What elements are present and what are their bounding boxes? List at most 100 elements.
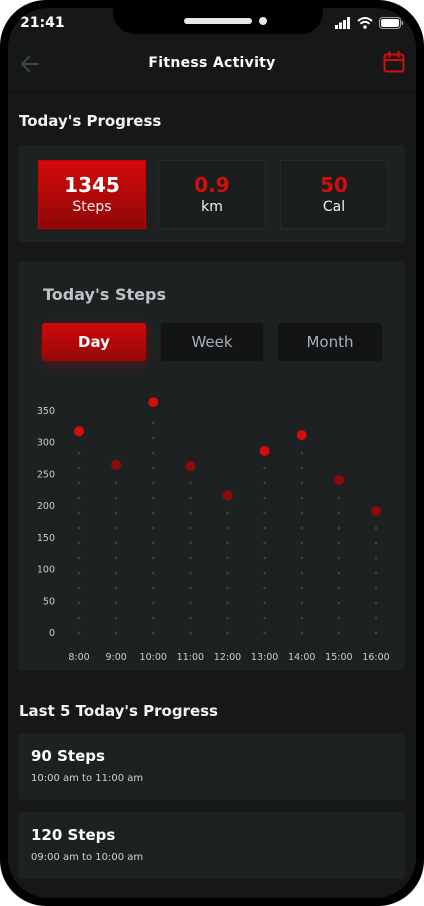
track-dot [300,526,304,530]
stat-distance-label: km [201,199,223,215]
stat-steps-label: Steps [72,199,112,215]
track-dot [300,511,304,515]
track-dot [151,631,155,635]
history-entry[interactable]: 90 Steps 10:00 am to 11:00 am [18,733,405,800]
stat-distance[interactable]: 0.9 km [158,160,266,229]
stat-distance-value: 0.9 [194,173,230,197]
status-time: 21:41 [20,15,65,31]
track-dot [337,511,341,515]
track-dot [226,631,229,635]
track-dot [374,616,378,620]
camera-dot [259,17,267,25]
track-dot [226,556,229,560]
app-header: Fitness Activity [8,46,416,82]
track-dot [374,601,378,605]
track-dot [77,496,81,500]
track-dot [151,556,155,560]
track-dot [114,556,118,560]
speaker-grille [184,18,252,24]
y-axis-tick-label: 50 [43,596,55,607]
track-dot [300,586,304,590]
track-dot [151,571,155,575]
history-entry[interactable]: 120 Steps 09:00 am to 10:00 am [18,812,405,879]
track-dot [151,496,155,500]
track-dot [77,511,81,515]
steps-chart: 0 50 100 150 200 250 300 350 8:00 9:00 10:00 11:00 1… [37,397,390,663]
track-dot [151,421,155,425]
stat-steps[interactable]: 1345 Steps [38,160,146,229]
track-dot [151,586,155,590]
track-dot [374,631,378,635]
status-icons [335,17,404,29]
y-axis-tick-label: 350 [37,406,55,417]
wifi-icon [357,17,373,29]
track-dot [77,466,81,470]
y-axis-tick-label: 200 [37,501,55,512]
track-dot [263,586,266,590]
track-dot [337,571,341,575]
track-dot [263,631,266,635]
data-point [148,397,159,408]
y-axis-tick-label: 0 [49,628,55,639]
track-dot [189,511,192,515]
track-dot [114,601,118,605]
x-axis-tick-label: 9:00 [105,652,126,663]
track-dot [337,541,341,545]
track-dot [374,541,378,545]
track-dot [300,481,304,485]
track-dot [300,466,304,470]
track-dot [226,616,229,620]
track-dot [114,481,118,485]
track-dot [114,586,118,590]
track-dot [226,511,229,515]
track-dot [114,526,118,530]
header-divider [8,92,416,93]
data-point [333,475,344,486]
progress-card: 1345 Steps 0.9 km 50 Cal [18,145,405,242]
track-dot [151,451,155,455]
track-dot [151,436,155,440]
track-dot [189,541,192,545]
data-point [74,426,84,437]
signal-icon [335,17,350,29]
track-dot [300,571,304,575]
track-dot [77,451,81,455]
track-dot [263,556,266,560]
track-dot [226,526,229,530]
track-dot [300,631,304,635]
history-section-title: Last 5 Today's Progress [19,702,218,720]
track-dot [189,601,192,605]
track-dot [337,556,341,560]
track-dot [77,586,81,590]
track-dot [114,496,118,500]
track-dot [114,511,118,515]
x-axis-tick-label: 14:00 [288,652,315,663]
track-dot [374,526,378,530]
track-dot [189,481,192,485]
track-dot [151,616,155,620]
device-notch [113,8,323,34]
x-axis-tick-label: 11:00 [177,652,204,663]
track-dot [77,481,81,485]
track-dot [337,526,341,530]
y-axis-tick-label: 150 [37,533,55,544]
track-dot [300,556,304,560]
calendar-icon[interactable] [383,51,405,73]
track-dot [300,601,304,605]
track-dot [337,616,341,620]
history-entry-time-range: 09:00 am to 10:00 am [31,852,144,863]
track-dot [189,586,192,590]
phone-frame: 21:41 Fitness Activity Today's Progress … [0,0,424,906]
track-dot [151,481,155,485]
track-dot [77,541,81,545]
track-dot [114,571,118,575]
stat-calories[interactable]: 50 Cal [280,160,388,229]
track-dot [77,556,81,560]
steps-chart-card: Today's Steps Day Week Month 0 50 100 150 20… [18,261,405,670]
data-point [185,461,196,472]
y-axis-tick-label: 250 [37,469,55,480]
track-dot [337,496,341,500]
track-dot [151,541,155,545]
x-axis-tick-label: 8:00 [68,652,89,663]
track-dot [151,466,155,470]
